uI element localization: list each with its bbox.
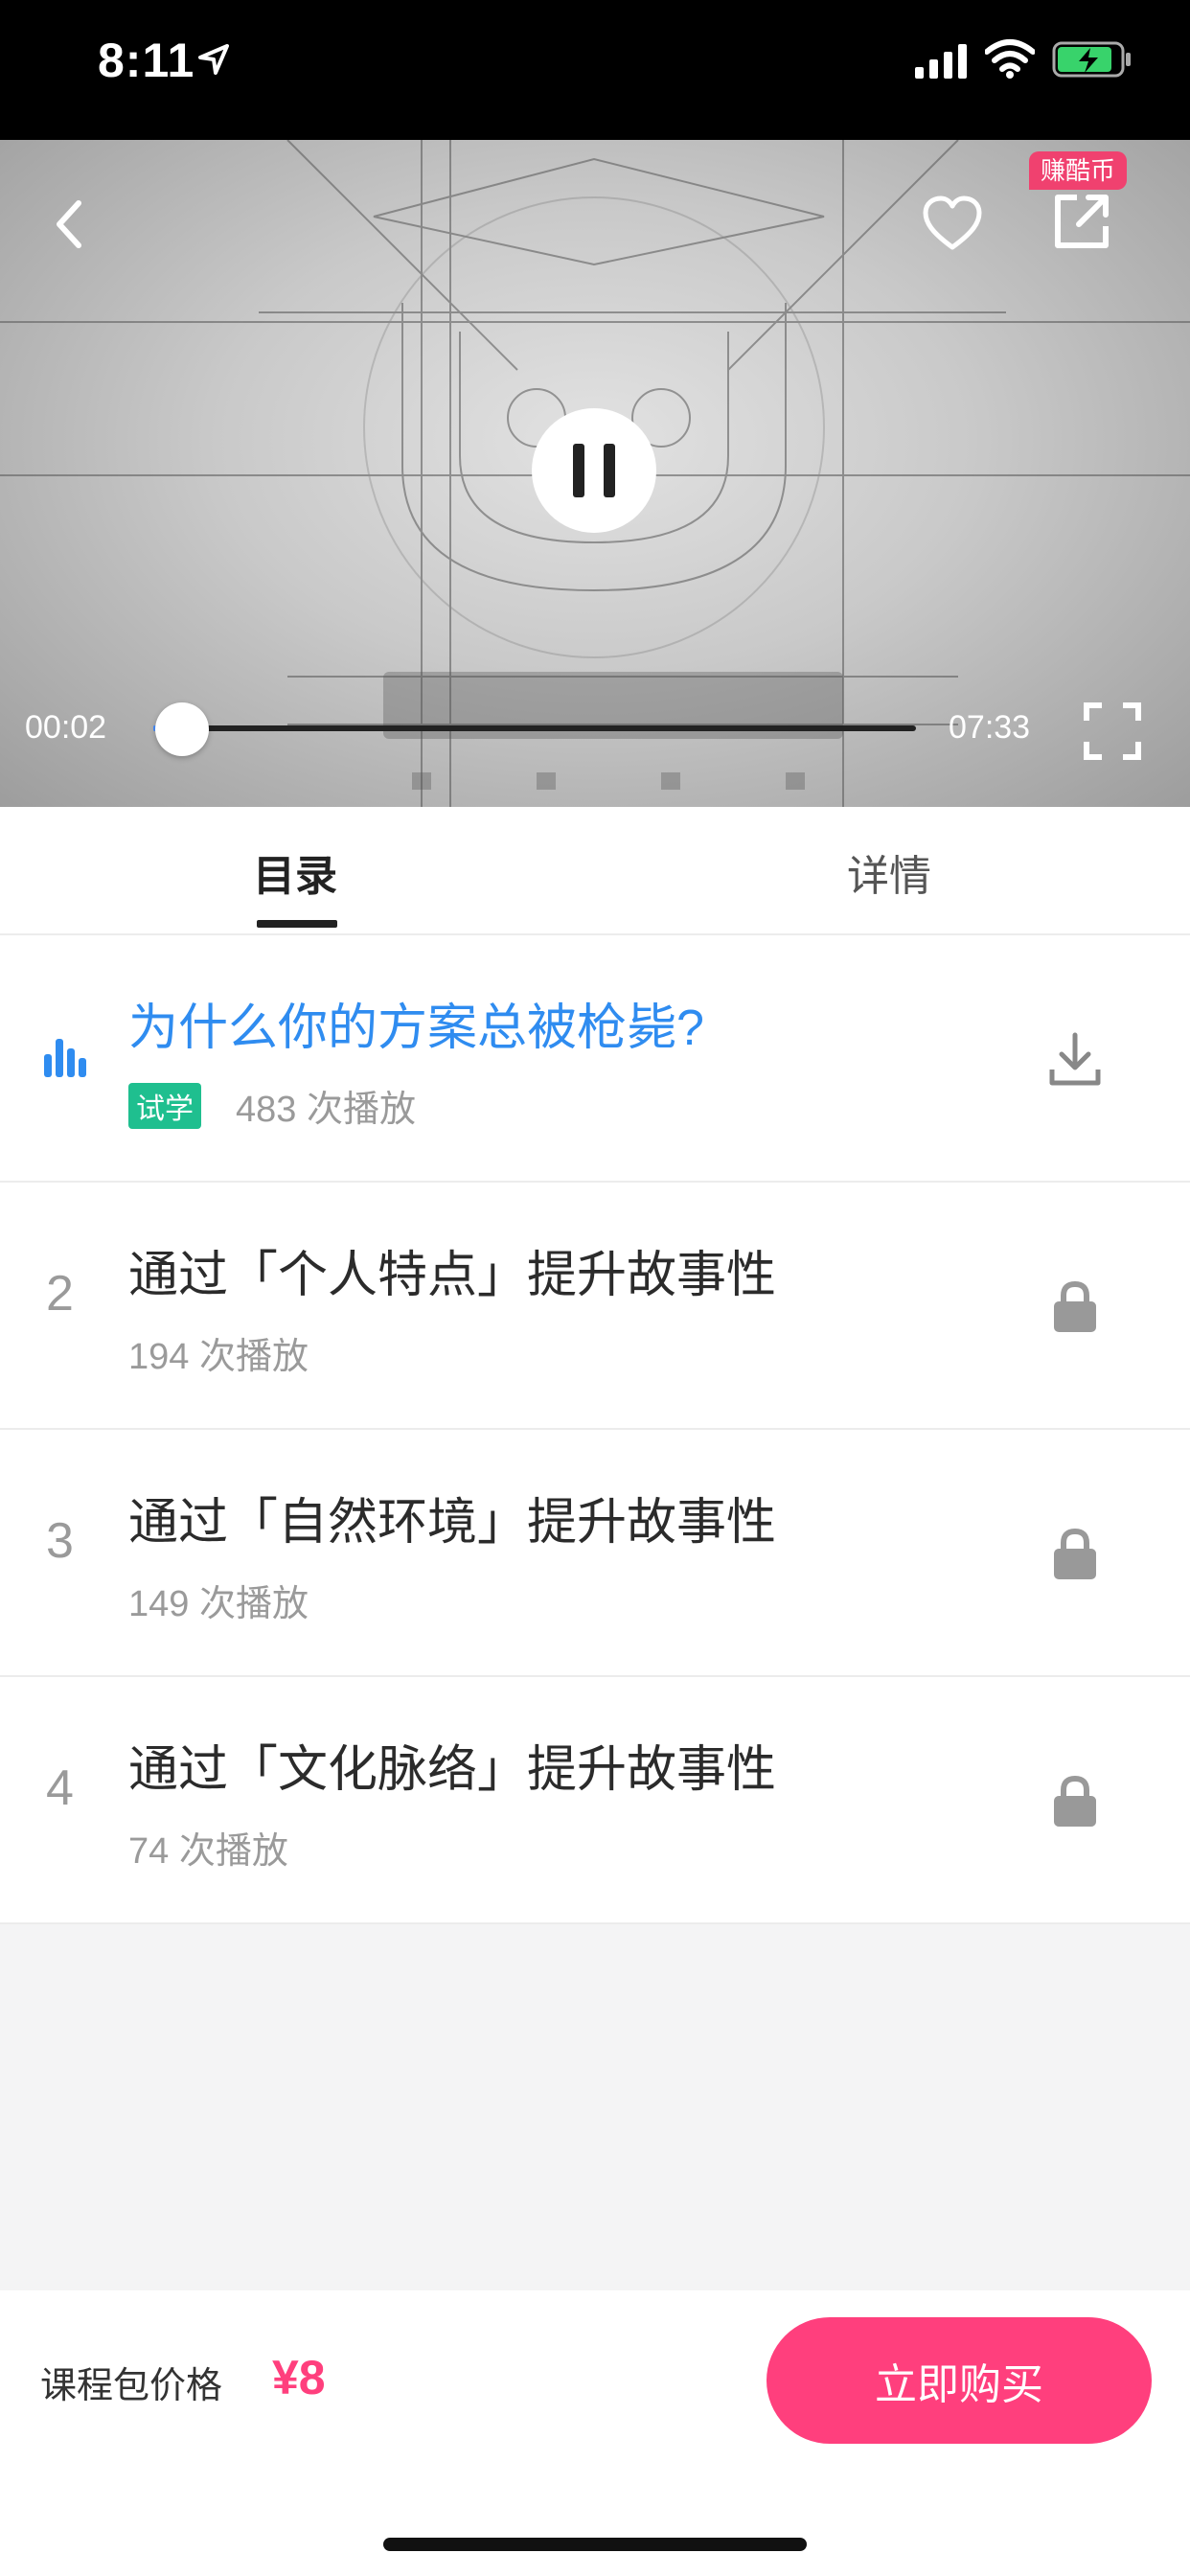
lesson-title: 通过「文化脉络」提升故事性: [128, 1742, 777, 1798]
wifi-icon: [985, 39, 1035, 79]
pause-icon-bar: [573, 444, 584, 497]
progress-knob[interactable]: [155, 702, 209, 756]
tab-active-indicator: [257, 920, 337, 928]
status-bar: 8:11: [0, 0, 1190, 140]
lesson-number: 2: [46, 1266, 74, 1322]
back-button[interactable]: [48, 196, 90, 253]
location-arrow-icon: [198, 44, 229, 75]
price-label: 课程包价格: [40, 2366, 223, 2406]
video-player[interactable]: 赚酷币 00:02 07:33: [0, 140, 1190, 807]
lock-icon: [1054, 1528, 1096, 1579]
pause-icon-bar: [604, 444, 615, 497]
lock-icon: [1054, 1280, 1096, 1332]
lesson-title: 通过「自然环境」提升故事性: [128, 1495, 777, 1551]
lesson-title: 为什么你的方案总被枪毙?: [128, 1000, 704, 1056]
lock-icon: [1054, 1775, 1096, 1827]
now-playing-icon: [44, 1039, 86, 1077]
fullscreen-icon[interactable]: [1083, 702, 1142, 761]
play-count: 194 次播放: [128, 1337, 309, 1377]
status-time: 8:11: [98, 34, 195, 87]
lesson-item[interactable]: 4 通过「文化脉络」提升故事性 74 次播放: [0, 1677, 1190, 1924]
lesson-title: 通过「个人特点」提升故事性: [128, 1248, 777, 1303]
tab-bar: 目录 详情: [0, 807, 1190, 935]
lesson-meta: 试学 483 次播放: [128, 1079, 416, 1132]
lesson-item[interactable]: 2 通过「个人特点」提升故事性 194 次播放: [0, 1183, 1190, 1430]
lesson-meta: 194 次播放: [128, 1326, 309, 1379]
signal-icon: [915, 44, 967, 79]
tab-detail[interactable]: 详情: [847, 841, 931, 903]
play-count: 74 次播放: [128, 1831, 288, 1872]
share-icon[interactable]: [1050, 190, 1113, 253]
total-time: 07:33: [949, 709, 1031, 746]
pause-button[interactable]: [532, 408, 656, 533]
lesson-item[interactable]: 为什么你的方案总被枪毙? 试学 483 次播放: [0, 935, 1190, 1183]
home-indicator: [383, 2538, 807, 2551]
lesson-number: 4: [46, 1760, 74, 1816]
trial-badge: 试学: [128, 1083, 201, 1129]
play-count: 149 次播放: [128, 1584, 309, 1624]
battery-charging-icon: [1052, 41, 1131, 78]
lesson-item[interactable]: 3 通过「自然环境」提升故事性 149 次播放: [0, 1430, 1190, 1677]
download-icon[interactable]: [1046, 1031, 1104, 1089]
price-value: ¥8: [272, 2351, 326, 2404]
purchase-bar: 课程包价格 ¥8 立即购买: [0, 2290, 1190, 2576]
buy-now-button[interactable]: 立即购买: [767, 2317, 1152, 2444]
lesson-meta: 149 次播放: [128, 1574, 309, 1626]
lesson-number: 3: [46, 1513, 74, 1569]
favorite-heart-icon[interactable]: [922, 196, 983, 253]
tab-catalog[interactable]: 目录: [253, 841, 337, 903]
current-time: 00:02: [25, 709, 107, 746]
progress-bar[interactable]: [153, 725, 916, 731]
play-count: 483 次播放: [236, 1090, 416, 1130]
lesson-list: 为什么你的方案总被枪毙? 试学 483 次播放 2 通过「个人特点」提升故事性 1…: [0, 935, 1190, 1924]
lesson-meta: 74 次播放: [128, 1821, 288, 1874]
earn-coins-badge[interactable]: 赚酷币: [1029, 151, 1128, 190]
